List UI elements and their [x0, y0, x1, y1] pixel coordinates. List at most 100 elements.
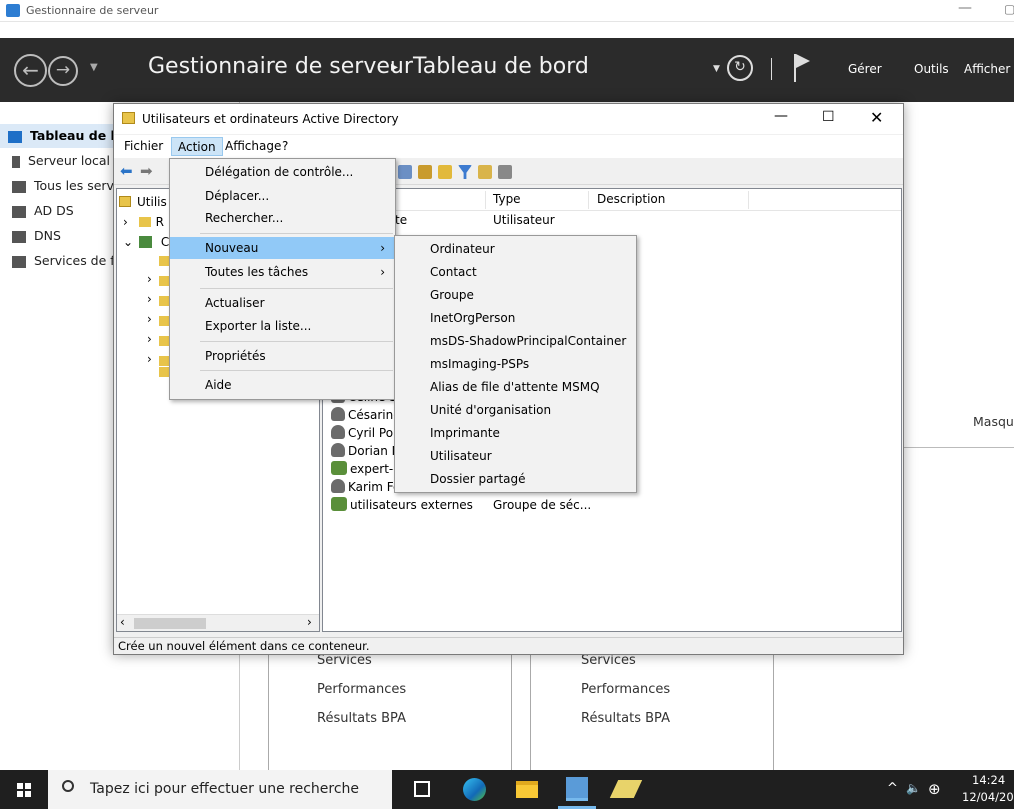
chevron-right-icon[interactable]: ›	[147, 352, 152, 366]
menu-help[interactable]: ?	[276, 137, 294, 156]
back-button[interactable]: ←	[14, 54, 47, 87]
tree-node-domain[interactable]: ⌄ C	[123, 233, 169, 252]
refresh-icon[interactable]: ↻	[727, 55, 753, 81]
chevron-right-icon[interactable]: ›	[147, 312, 152, 326]
file-explorer-icon[interactable]	[516, 781, 538, 798]
table-row[interactable]: Césarine	[331, 406, 401, 425]
tile-1-bpa[interactable]: Résultats BPA	[317, 711, 406, 726]
table-row[interactable]: expert-c	[331, 460, 400, 479]
scrollbar-thumb[interactable]	[134, 618, 206, 629]
folder-icon	[139, 217, 151, 227]
menu-item-properties[interactable]: Propriétés	[170, 345, 395, 367]
table-row[interactable]: Dorian N	[331, 442, 401, 461]
dashboard-icon	[8, 130, 22, 143]
server-manager-taskbar-icon[interactable]	[566, 777, 588, 801]
start-button[interactable]	[0, 770, 48, 809]
scroll-left-icon[interactable]: ‹	[120, 615, 125, 629]
delegate-icon[interactable]	[498, 165, 512, 179]
history-dropdown-icon[interactable]: ▼	[90, 62, 98, 73]
menu-item-export[interactable]: Exporter la liste...	[170, 315, 395, 337]
new-user-icon[interactable]	[398, 165, 412, 179]
restore-icon[interactable]: ▢	[1004, 2, 1014, 16]
submenu-arrow-icon: ›	[380, 241, 385, 255]
refresh-dropdown-icon[interactable]: ▼	[713, 64, 720, 74]
header-page: Tableau de bord	[413, 54, 589, 79]
find-icon[interactable]	[478, 165, 492, 179]
submenu-item-msmq-alias[interactable]: Alias de file d'attente MSMQ	[395, 376, 636, 398]
submenu-item-contact[interactable]: Contact	[395, 261, 636, 283]
chevron-down-icon[interactable]: ⌄	[123, 235, 133, 249]
tile-2-performance[interactable]: Performances	[581, 682, 670, 697]
ad-close-button[interactable]: ✕	[870, 108, 883, 127]
menu-view[interactable]: Afficher	[964, 62, 1010, 76]
tree-horizontal-scrollbar[interactable]: ‹ ›	[117, 614, 319, 631]
ad-folder-icon	[122, 112, 135, 124]
menu-file[interactable]: Fichier	[118, 137, 169, 156]
submenu-item-ou[interactable]: Unité d'organisation	[395, 399, 636, 421]
tray-chevron-up-icon[interactable]: ^	[887, 781, 898, 796]
user-icon	[331, 425, 345, 439]
submenu-item-msds-shadow[interactable]: msDS-ShadowPrincipalContainer	[395, 330, 636, 352]
column-divider	[485, 191, 486, 209]
taskbar: Tapez ici pour effectuer une recherche ^…	[0, 770, 1014, 809]
tile-2-bpa[interactable]: Résultats BPA	[581, 711, 670, 726]
column-type[interactable]: Type	[493, 192, 521, 206]
menu-action[interactable]: Action	[171, 137, 223, 156]
network-globe-icon[interactable]: ⊕	[928, 780, 941, 798]
menu-item-all-tasks[interactable]: Toutes les tâches ›	[170, 261, 395, 283]
menu-item-new[interactable]: Nouveau ›	[170, 237, 395, 259]
breadcrumb-separator: ▸	[391, 59, 399, 75]
task-view-icon[interactable]	[414, 781, 430, 797]
action-context-menu: Délégation de contrôle... Déplacer... Re…	[169, 158, 396, 400]
submenu-item-shared-folder[interactable]: Dossier partagé	[395, 468, 636, 490]
ad-maximize-button[interactable]: ☐	[822, 109, 835, 125]
table-row[interactable]: Cyril Po	[331, 424, 393, 443]
menu-item-help[interactable]: Aide	[170, 374, 395, 396]
edge-browser-icon[interactable]	[463, 778, 486, 801]
filter-icon[interactable]	[458, 165, 472, 179]
submenu-item-msimaging[interactable]: msImaging-PSPs	[395, 353, 636, 375]
tile-1-performance[interactable]: Performances	[317, 682, 406, 697]
new-ou-icon[interactable]	[438, 165, 452, 179]
minimize-icon[interactable]: —	[958, 0, 972, 16]
ad-window-titlebar: Utilisateurs et ordinateurs Active Direc…	[114, 104, 903, 134]
tree-node-saved-queries[interactable]: › R	[123, 213, 164, 232]
server-manager-app-icon	[6, 4, 20, 17]
menu-item-delegation[interactable]: Délégation de contrôle...	[170, 161, 395, 183]
column-description[interactable]: Description	[597, 192, 665, 206]
ad-minimize-button[interactable]: —	[774, 108, 788, 124]
chevron-right-icon[interactable]: ›	[147, 272, 152, 286]
menu-tools[interactable]: Outils	[914, 62, 949, 76]
back-arrow-icon[interactable]: ⬅	[120, 162, 133, 180]
submenu-item-group[interactable]: Groupe	[395, 284, 636, 306]
tile-1-services[interactable]: Services	[317, 653, 372, 668]
submenu-item-computer[interactable]: Ordinateur	[395, 238, 636, 260]
chevron-right-icon[interactable]: ›	[147, 332, 152, 346]
menu-manage[interactable]: Gérer	[848, 62, 882, 76]
chevron-right-icon[interactable]: ›	[147, 292, 152, 306]
clock-time[interactable]: 14:24	[972, 773, 1005, 787]
menu-item-find[interactable]: Rechercher...	[170, 207, 395, 229]
menu-item-refresh[interactable]: Actualiser	[170, 292, 395, 314]
volume-muted-icon[interactable]: 🔈	[906, 781, 921, 795]
forward-button[interactable]: →	[48, 56, 78, 86]
menu-item-move[interactable]: Déplacer...	[170, 185, 395, 207]
forward-arrow-icon[interactable]: ➡	[140, 162, 153, 180]
chevron-right-icon[interactable]: ›	[123, 215, 128, 229]
submenu-item-user[interactable]: Utilisateur	[395, 445, 636, 467]
submenu-item-inetorgperson[interactable]: InetOrgPerson	[395, 307, 636, 329]
submenu-arrow-icon: ›	[380, 265, 385, 279]
submenu-item-printer[interactable]: Imprimante	[395, 422, 636, 444]
tile-2-services[interactable]: Services	[581, 653, 636, 668]
table-row[interactable]: utilisateurs externes Groupe de séc...	[331, 496, 591, 515]
folder-icon	[119, 196, 131, 207]
notifications-flag-icon[interactable]	[794, 54, 812, 82]
taskbar-search-box[interactable]: Tapez ici pour effectuer une recherche	[48, 770, 392, 809]
hide-welcome-link[interactable]: Masquer	[973, 414, 1014, 429]
ad-users-taskbar-icon[interactable]	[609, 780, 643, 798]
tree-root[interactable]: Utilis	[119, 193, 167, 212]
new-group-icon[interactable]	[418, 165, 432, 179]
scroll-right-icon[interactable]: ›	[307, 615, 312, 629]
windows-logo-icon	[17, 783, 31, 797]
clock-date[interactable]: 12/04/202	[962, 790, 1014, 804]
